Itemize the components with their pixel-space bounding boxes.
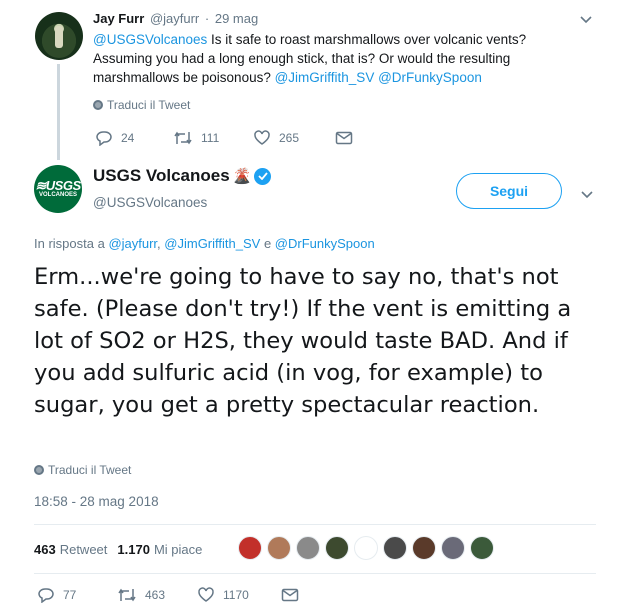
globe-icon: [93, 100, 103, 110]
retweet-icon: [118, 588, 136, 602]
usgs-logo-sub: VOLCANOES: [38, 192, 77, 198]
usgs-logo: ≋USGS: [35, 178, 81, 193]
retweet-stat[interactable]: 463 Retweet: [34, 542, 107, 557]
like-button[interactable]: 1170: [197, 587, 281, 603]
parent-tweet-date[interactable]: 29 mag: [215, 11, 258, 26]
retweet-stat-label: Retweet: [59, 541, 108, 557]
verified-icon: [254, 167, 272, 185]
volcano-emoji: 🌋: [232, 168, 252, 185]
divider: [34, 573, 596, 574]
retweet-button[interactable]: 111: [173, 130, 253, 146]
parent-author-handle[interactable]: @jayfurr: [150, 11, 199, 26]
main-tweet-actions: 77 463 1170: [37, 587, 299, 603]
mention-link[interactable]: @JimGriffith_SV: [164, 236, 260, 251]
tweet-timestamp[interactable]: 18:58 - 28 mag 2018: [34, 494, 159, 509]
liker-avatar[interactable]: [412, 536, 436, 560]
retweet-button[interactable]: 463: [117, 587, 197, 603]
meta-separator: ·: [204, 11, 210, 26]
in-reply-prefix: In risposta a: [34, 236, 109, 251]
mention-link[interactable]: @JimGriffith_SV: [275, 70, 375, 85]
parent-author-name[interactable]: Jay Furr: [93, 11, 144, 26]
mention-link[interactable]: @jayfurr: [108, 236, 157, 251]
dm-icon: [335, 131, 353, 145]
dm-button[interactable]: [281, 588, 299, 602]
reply-count: 24: [121, 131, 135, 145]
like-button[interactable]: 265: [253, 130, 335, 146]
parent-tweet-header: Jay Furr @jayfurr · 29 mag: [93, 11, 258, 26]
reply-icon: [38, 588, 54, 603]
like-stat-label: Mi piace: [153, 541, 203, 557]
parent-tweet-text: @USGSVolcanoes Is it safe to roast marsh…: [93, 30, 563, 87]
liker-avatar[interactable]: [354, 536, 378, 560]
liker-avatar[interactable]: [267, 536, 291, 560]
follow-button[interactable]: Segui: [456, 173, 562, 209]
divider: [34, 524, 596, 525]
in-reply-to: In risposta a @jayfurr, @JimGriffith_SV …: [34, 236, 375, 251]
retweet-icon: [174, 131, 192, 145]
like-count: 265: [279, 131, 300, 145]
caret-down-icon[interactable]: [580, 13, 592, 27]
mention-link[interactable]: @DrFunkySpoon: [378, 70, 482, 85]
reply-icon: [96, 131, 112, 146]
parent-translate-link[interactable]: Traduci il Tweet: [93, 98, 190, 112]
liker-avatar[interactable]: [470, 536, 494, 560]
like-icon: [254, 130, 270, 145]
and-separator: e: [260, 236, 275, 251]
like-stat[interactable]: 1.170 Mi piace: [117, 542, 202, 557]
engagement-stats: 463 Retweet 1.170 Mi piace: [34, 536, 212, 562]
translate-label: Traduci il Tweet: [48, 463, 132, 477]
jayfurr-avatar[interactable]: [35, 12, 83, 60]
main-author-handle[interactable]: @USGSVolcanoes: [93, 195, 207, 210]
retweet-count: 111: [201, 131, 220, 145]
retweet-stat-value: 463: [34, 541, 56, 557]
liker-avatar[interactable]: [441, 536, 465, 560]
main-translate-link[interactable]: Traduci il Tweet: [34, 463, 131, 477]
reply-button[interactable]: 77: [37, 587, 117, 603]
globe-icon: [34, 465, 44, 475]
usgs-avatar[interactable]: ≋USGS VOLCANOES: [34, 165, 82, 213]
reply-button[interactable]: 24: [95, 130, 173, 146]
reply-count: 77: [63, 588, 77, 602]
thread-connector: [57, 64, 60, 160]
caret-down-icon[interactable]: [581, 188, 593, 202]
author-name-text: USGS Volcanoes: [93, 166, 230, 185]
like-count: 1170: [223, 588, 249, 602]
liker-avatar[interactable]: [296, 536, 320, 560]
main-tweet-text: Erm...we're going to have to say no, tha…: [34, 264, 572, 418]
dm-button[interactable]: [335, 131, 353, 145]
main-author-name[interactable]: USGS Volcanoes 🌋: [93, 166, 272, 186]
translate-label: Traduci il Tweet: [107, 98, 191, 112]
liker-avatars: [238, 536, 499, 560]
mention-link[interactable]: @USGSVolcanoes: [93, 32, 207, 47]
retweet-count: 463: [145, 588, 166, 602]
liker-avatar[interactable]: [238, 536, 262, 560]
like-icon: [198, 587, 214, 602]
dm-icon: [281, 588, 299, 602]
mention-link[interactable]: @DrFunkySpoon: [275, 236, 375, 251]
like-stat-value: 1.170: [117, 541, 150, 557]
liker-avatar[interactable]: [383, 536, 407, 560]
parent-tweet[interactable]: Jay Furr @jayfurr · 29 mag @USGSVolcanoe…: [0, 0, 633, 160]
parent-tweet-actions: 24 111 265: [95, 130, 353, 146]
liker-avatar[interactable]: [325, 536, 349, 560]
